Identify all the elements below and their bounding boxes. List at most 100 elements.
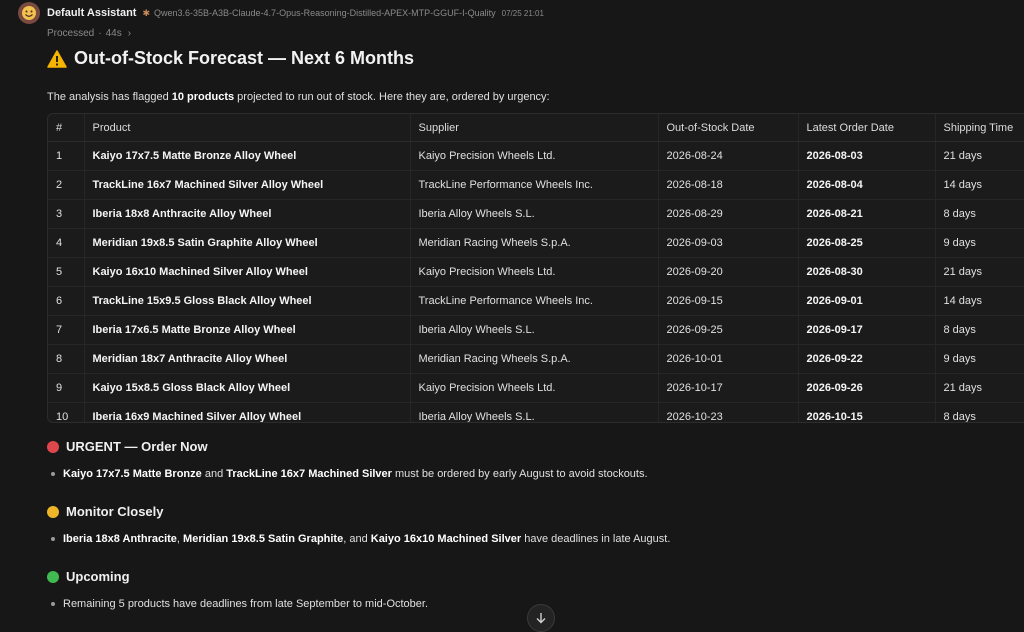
- cell-shipping-time: 9 days: [934, 228, 1024, 258]
- monitor-text-3: have deadlines in late August.: [521, 533, 671, 545]
- scroll-to-bottom-button[interactable]: [527, 604, 555, 632]
- cell-out-of-stock-date: 2026-09-20: [657, 257, 798, 287]
- table-row: 3 Iberia 18x8 Anthracite Alloy Wheel Iberi…: [48, 199, 1024, 229]
- table-row: 10 Iberia 16x9 Machined Silver Alloy Whee…: [48, 402, 1024, 423]
- cell-product: Iberia 16x9 Machined Silver Alloy Wheel: [83, 402, 410, 422]
- cell-shipping-time: 14 days: [934, 170, 1024, 200]
- cell-index: 4: [48, 228, 84, 258]
- col-header-latest-order-date[interactable]: Latest Order Date: [797, 114, 935, 142]
- cell-product: Kaiyo 16x10 Machined Silver Alloy Wheel: [83, 257, 410, 287]
- cell-latest-order-date: 2026-09-26: [797, 373, 935, 403]
- cell-index: 10: [56, 411, 69, 423]
- processing-status[interactable]: Processed · 44s ›: [47, 28, 131, 39]
- cell-out-of-stock-date: 2026-09-03: [657, 228, 798, 258]
- assistant-name: Default Assistant: [47, 7, 137, 19]
- cell-out-of-stock-date: 2026-10-17: [657, 373, 798, 403]
- cell-index: 7: [48, 315, 84, 345]
- table-row: 9 Kaiyo 15x8.5 Gloss Black Alloy Wheel Kai…: [48, 373, 1024, 403]
- warning-icon: [47, 49, 67, 68]
- bullet-icon: [51, 537, 55, 541]
- cell-shipping-time: 21 days: [934, 257, 1024, 287]
- cell-latest-order-date: 2026-08-21: [797, 199, 935, 229]
- bullet-icon: [51, 602, 55, 606]
- green-circle-icon: [47, 570, 59, 583]
- col-header-index[interactable]: #: [48, 114, 84, 142]
- smiley-avatar-icon: [22, 6, 36, 20]
- cell-shipping-time: 8 days: [934, 402, 1024, 422]
- cell-latest-order-date: 2026-08-30: [797, 257, 935, 287]
- avatar[interactable]: [18, 2, 40, 24]
- chevron-right-icon: ›: [127, 28, 132, 39]
- table-row: 5 Kaiyo 16x10 Machined Silver Alloy Wheel…: [48, 257, 1024, 287]
- cell-supplier: Kaiyo Precision Wheels Ltd.: [409, 373, 658, 403]
- page-title: Out-of-Stock Forecast — Next 6 Months: [47, 48, 414, 69]
- monitor-heading-text: Monitor Closely: [66, 504, 164, 519]
- cell-out-of-stock-date: 2026-09-15: [657, 286, 798, 316]
- col-header-shipping-time[interactable]: Shipping Time: [934, 114, 1024, 142]
- upcoming-text: Remaining 5 products have deadlines from…: [63, 598, 429, 610]
- urgent-bullet: Kaiyo 17x7.5 Matte Bronze and TrackLine …: [51, 468, 648, 480]
- cell-shipping-time: 9 days: [934, 344, 1024, 374]
- cell-index: 8: [48, 344, 84, 374]
- yellow-circle-icon: [47, 505, 59, 518]
- cell-index: 1: [48, 141, 84, 171]
- col-header-supplier[interactable]: Supplier: [409, 114, 658, 142]
- cell-supplier: Meridian Racing Wheels S.p.A.: [409, 228, 658, 258]
- cell-latest-order-date: 2026-10-15: [797, 402, 935, 422]
- col-header-out-of-stock-date[interactable]: Out-of-Stock Date: [657, 114, 798, 142]
- cell-shipping-time: 8 days: [934, 315, 1024, 345]
- cell-product: Kaiyo 17x7.5 Matte Bronze Alloy Wheel: [83, 141, 410, 171]
- urgent-text-1: and: [201, 468, 227, 480]
- cell-product: TrackLine 15x9.5 Gloss Black Alloy Wheel: [83, 286, 410, 316]
- cell-out-of-stock-date: 2026-08-24: [657, 141, 798, 171]
- cell-product: Meridian 18x7 Anthracite Alloy Wheel: [83, 344, 410, 374]
- cell-out-of-stock-date: 2026-10-23: [657, 402, 798, 422]
- urgent-heading-text: URGENT — Order Now: [66, 439, 208, 454]
- title-text: Out-of-Stock Forecast — Next 6 Months: [74, 48, 415, 68]
- cell-latest-order-date: 2026-09-22: [797, 344, 935, 374]
- table-row: 6 TrackLine 15x9.5 Gloss Black Alloy Whee…: [48, 286, 1024, 316]
- cell-product: Meridian 19x8.5 Satin Graphite Alloy Whe…: [83, 228, 410, 258]
- cell-supplier: Iberia Alloy Wheels S.L.: [409, 199, 658, 229]
- intro-text: The analysis has flagged 10 products pro…: [47, 91, 550, 103]
- cell-index: 3: [48, 199, 84, 229]
- message-timestamp: 07/25 21:01: [501, 8, 544, 18]
- cell-index: 5: [48, 257, 84, 287]
- arrow-down-icon: [536, 613, 546, 624]
- cell-supplier: Iberia Alloy Wheels S.L.: [409, 315, 658, 345]
- cell-supplier: Meridian Racing Wheels S.p.A.: [409, 344, 658, 374]
- table-row: 8 Meridian 18x7 Anthracite Alloy Wheel Mer…: [48, 344, 1024, 374]
- cell-latest-order-date: 2026-08-04: [797, 170, 935, 200]
- bullet-icon: [51, 472, 55, 476]
- cell-shipping-time: 21 days: [934, 141, 1024, 171]
- col-header-product[interactable]: Product: [83, 114, 410, 142]
- cell-product: Iberia 17x6.5 Matte Bronze Alloy Wheel: [83, 315, 410, 345]
- cell-latest-order-date: 2026-09-01: [797, 286, 935, 316]
- urgent-product-2: TrackLine 16x7 Machined Silver: [226, 468, 392, 480]
- cell-product: Iberia 18x8 Anthracite Alloy Wheel: [83, 199, 410, 229]
- intro-before: The analysis has flagged: [47, 91, 172, 103]
- monitor-bullet: Iberia 18x8 Anthracite, Meridian 19x8.5 …: [51, 533, 670, 545]
- red-circle-icon: [47, 440, 59, 453]
- cell-out-of-stock-date: 2026-08-29: [657, 199, 798, 229]
- table-row: 1 Kaiyo 17x7.5 Matte Bronze Alloy Wheel Ka…: [48, 141, 1024, 171]
- cell-out-of-stock-date: 2026-10-01: [657, 344, 798, 374]
- urgent-text-2: must be ordered by early August to avoid…: [391, 468, 648, 480]
- cell-out-of-stock-date: 2026-08-18: [657, 170, 798, 200]
- cell-product: Kaiyo 15x8.5 Gloss Black Alloy Wheel: [83, 373, 410, 403]
- monitor-product-2: Meridian 19x8.5 Satin Graphite: [183, 533, 344, 545]
- cell-index: 6: [48, 286, 84, 316]
- upcoming-bullet: Remaining 5 products have deadlines from…: [51, 598, 428, 610]
- cell-latest-order-date: 2026-08-25: [797, 228, 935, 258]
- upcoming-heading-text: Upcoming: [66, 569, 130, 584]
- cell-product: TrackLine 16x7 Machined Silver Alloy Whe…: [83, 170, 410, 200]
- cell-supplier: Kaiyo Precision Wheels Ltd.: [409, 257, 658, 287]
- intro-bold: 10 products: [171, 91, 235, 103]
- intro-after: projected to run out of stock. Here they…: [234, 91, 550, 103]
- upcoming-heading: Upcoming: [47, 569, 130, 584]
- monitor-product-1: Iberia 18x8 Anthracite: [63, 533, 177, 545]
- table-row: 2 TrackLine 16x7 Machined Silver Alloy Wh…: [48, 170, 1024, 200]
- urgent-product-1: Kaiyo 17x7.5 Matte Bronze: [63, 468, 202, 480]
- cell-latest-order-date: 2026-08-03: [797, 141, 935, 171]
- model-name[interactable]: Qwen3.6-35B-A3B-Claude-4.7-Opus-Reasonin…: [154, 8, 496, 18]
